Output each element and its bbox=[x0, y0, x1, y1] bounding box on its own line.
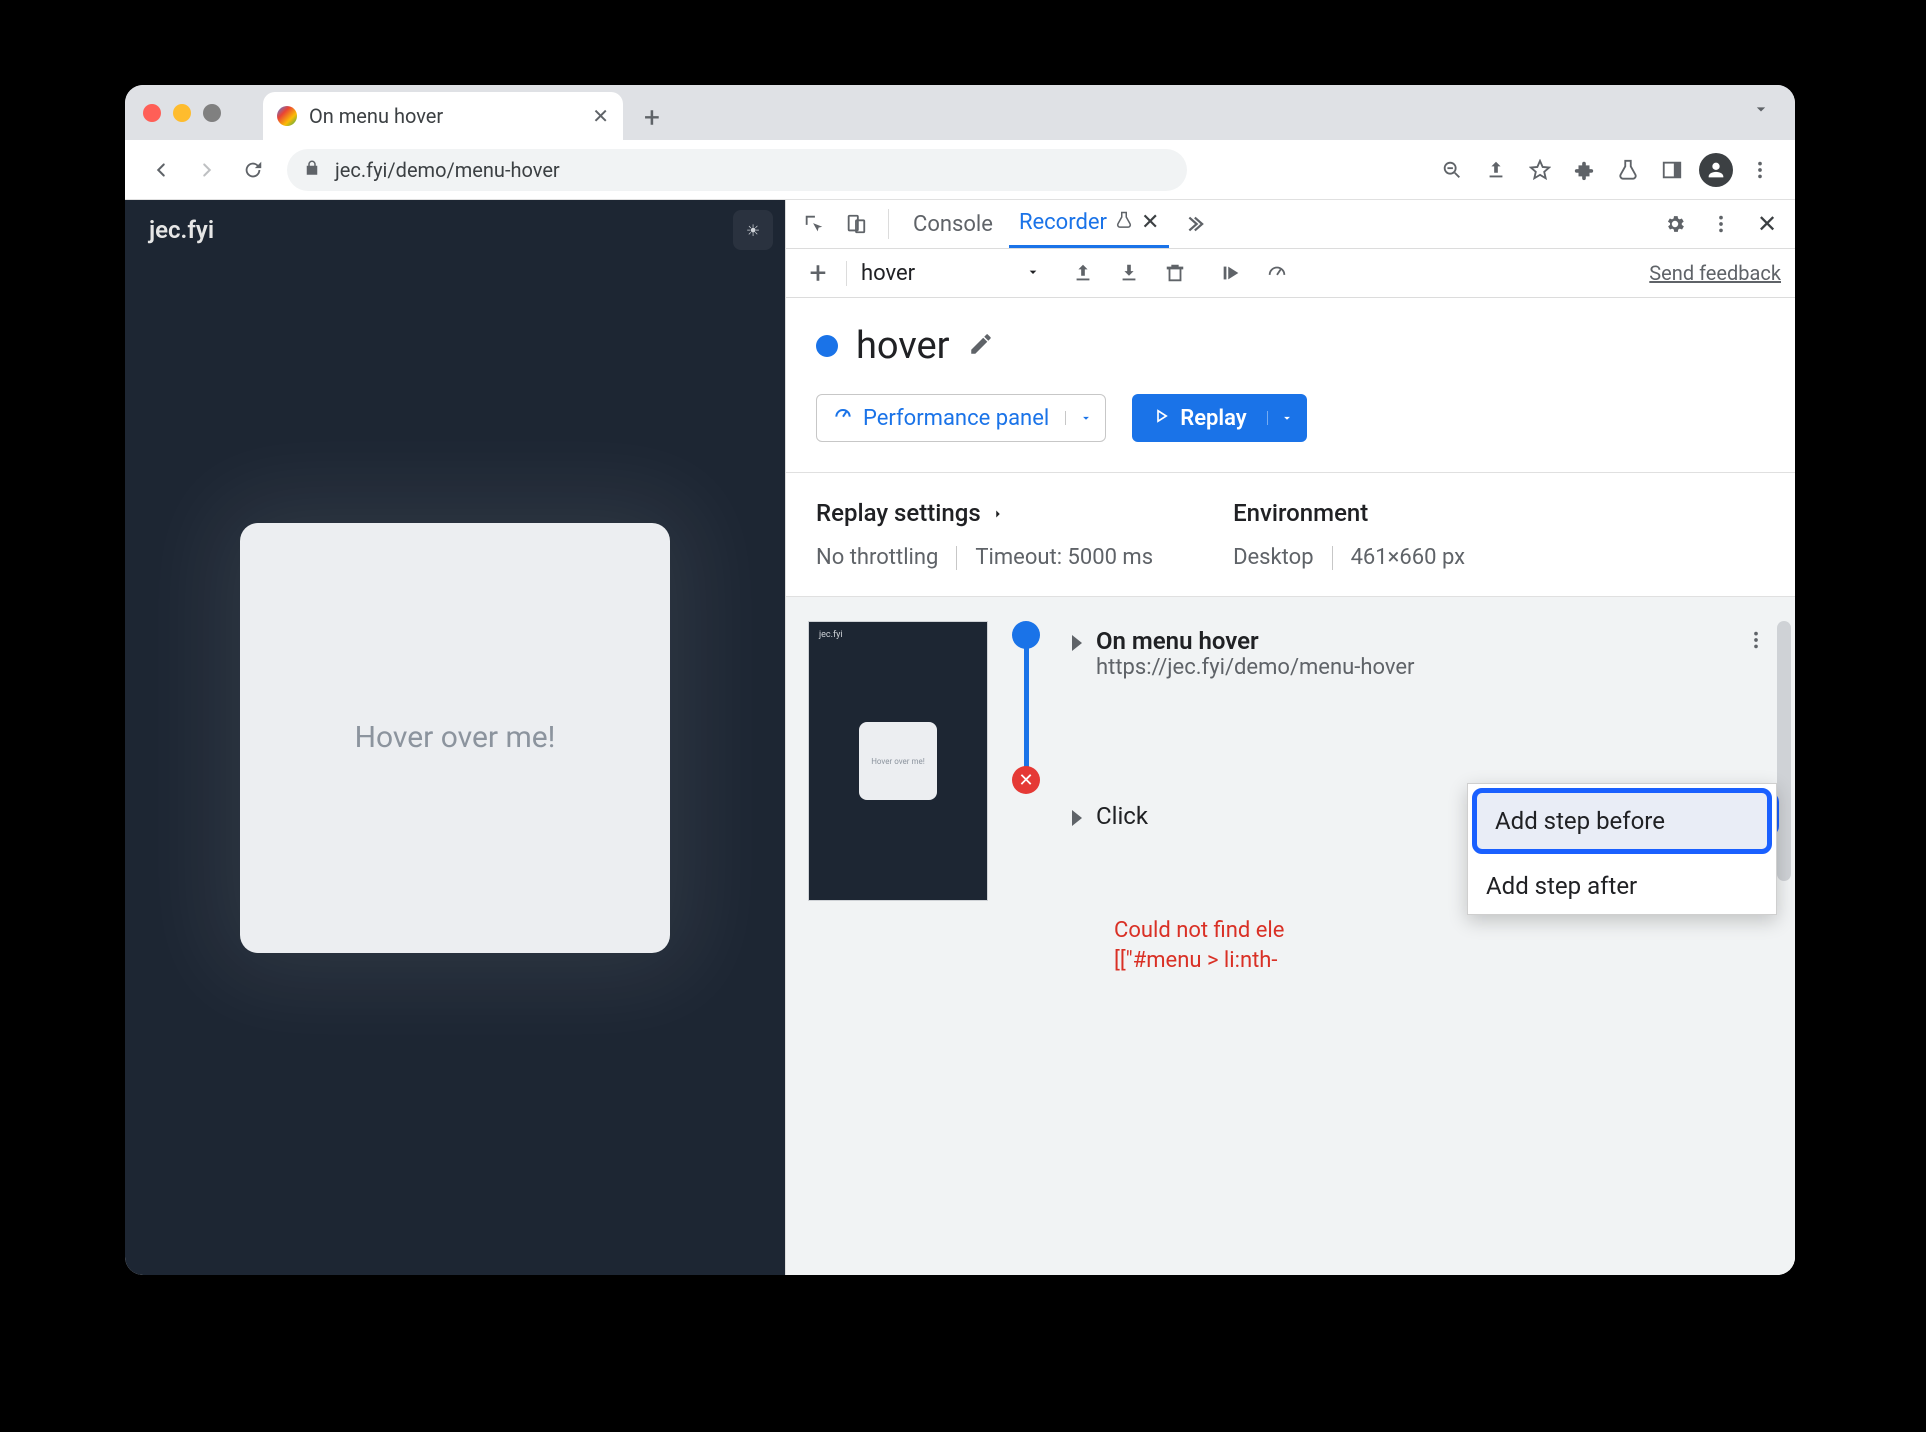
chevron-down-icon bbox=[1025, 261, 1041, 286]
tab-console[interactable]: Console bbox=[903, 200, 1003, 248]
forward-button[interactable] bbox=[187, 150, 227, 190]
side-panel-icon[interactable] bbox=[1653, 151, 1691, 189]
menu-add-step-after[interactable]: Add step after bbox=[1468, 858, 1776, 914]
recording-name: hover bbox=[861, 261, 915, 286]
tab-title: On menu hover bbox=[309, 104, 580, 128]
demo-page: jec.fyi ☀ Hover over me! bbox=[125, 200, 785, 1275]
tab-strip: On menu hover ✕ + bbox=[125, 85, 1795, 140]
close-window-button[interactable] bbox=[143, 104, 161, 122]
inspect-element-icon[interactable] bbox=[796, 206, 832, 242]
environment-heading: Environment bbox=[1233, 499, 1465, 527]
expand-caret-icon[interactable] bbox=[1072, 810, 1082, 826]
settings-block: Replay settings No throttling Timeout: 5… bbox=[786, 472, 1795, 597]
recorder-toolbar: + hover Send feedback bbox=[786, 249, 1795, 298]
new-tab-button[interactable]: + bbox=[635, 100, 669, 134]
devtools-menu-icon[interactable] bbox=[1703, 206, 1739, 242]
extensions-icon[interactable] bbox=[1565, 151, 1603, 189]
close-devtools-icon[interactable]: ✕ bbox=[1749, 206, 1785, 242]
step-options-button[interactable] bbox=[1739, 623, 1773, 657]
thumb-site-title: jec.fyi bbox=[819, 630, 843, 640]
sun-icon: ☀ bbox=[746, 221, 760, 240]
flask-icon bbox=[1115, 210, 1133, 235]
chrome-menu-button[interactable] bbox=[1741, 151, 1779, 189]
import-icon[interactable] bbox=[1111, 255, 1147, 291]
gauge-icon bbox=[833, 405, 853, 431]
devtools-tab-bar: Console Recorder ✕ ✕ bbox=[786, 200, 1795, 249]
replay-settings-heading[interactable]: Replay settings bbox=[816, 499, 1153, 527]
browser-window: On menu hover ✕ + jec.fyi/demo/menu-hove… bbox=[125, 85, 1795, 1275]
slow-replay-icon[interactable] bbox=[1259, 255, 1295, 291]
delete-icon[interactable] bbox=[1157, 255, 1193, 291]
back-button[interactable] bbox=[141, 150, 181, 190]
bookmark-star-icon[interactable] bbox=[1521, 151, 1559, 189]
device-value: Desktop bbox=[1233, 545, 1314, 570]
step-screenshot-thumbnail[interactable]: jec.fyi Hover over me! bbox=[808, 621, 988, 901]
steps-area: jec.fyi Hover over me! ✕ bbox=[786, 597, 1795, 1275]
thumb-card: Hover over me! bbox=[859, 722, 937, 800]
step-error-text: Could not find ele [["#menu > li:nth- bbox=[1114, 916, 1773, 975]
tab-list-chevron-icon[interactable] bbox=[1751, 99, 1771, 123]
reload-button[interactable] bbox=[233, 150, 273, 190]
hover-card[interactable]: Hover over me! bbox=[240, 523, 670, 953]
minimize-window-button[interactable] bbox=[173, 104, 191, 122]
window-controls bbox=[143, 85, 251, 140]
performance-panel-button[interactable]: Performance panel bbox=[816, 394, 1106, 442]
more-tabs-icon[interactable] bbox=[1175, 206, 1211, 242]
step-title: On menu hover bbox=[1096, 627, 1414, 655]
recording-status-dot-icon bbox=[816, 335, 838, 357]
step-url: https://jec.fyi/demo/menu-hover bbox=[1096, 655, 1414, 680]
rename-pencil-icon[interactable] bbox=[968, 331, 994, 361]
perf-dropdown-caret[interactable] bbox=[1065, 411, 1105, 425]
scrollbar[interactable] bbox=[1777, 621, 1791, 881]
timeout-value: Timeout: 5000 ms bbox=[975, 545, 1153, 570]
close-panel-icon[interactable]: ✕ bbox=[1141, 210, 1159, 235]
menu-add-step-before[interactable]: Add step before bbox=[1472, 788, 1772, 854]
recording-title: hover bbox=[856, 324, 950, 368]
labs-flask-icon[interactable] bbox=[1609, 151, 1647, 189]
export-icon[interactable] bbox=[1065, 255, 1101, 291]
favicon-icon bbox=[277, 106, 297, 126]
step-entry[interactable]: On menu hover https://jec.fyi/demo/menu-… bbox=[1064, 621, 1773, 686]
step-replay-icon[interactable] bbox=[1213, 255, 1249, 291]
url-text: jec.fyi/demo/menu-hover bbox=[335, 158, 560, 182]
chevron-right-icon bbox=[991, 499, 1005, 527]
replay-button[interactable]: Replay bbox=[1132, 394, 1306, 442]
maximize-window-button[interactable] bbox=[203, 104, 221, 122]
recording-selector[interactable]: hover bbox=[846, 261, 1041, 286]
throttling-value: No throttling bbox=[816, 545, 938, 570]
profile-avatar[interactable] bbox=[1697, 151, 1735, 189]
share-icon[interactable] bbox=[1477, 151, 1515, 189]
hover-card-text: Hover over me! bbox=[355, 720, 556, 755]
address-bar: jec.fyi/demo/menu-hover bbox=[125, 140, 1795, 200]
close-tab-button[interactable]: ✕ bbox=[592, 104, 609, 128]
device-toggle-icon[interactable] bbox=[838, 206, 874, 242]
replay-dropdown-caret[interactable] bbox=[1267, 411, 1307, 425]
browser-tab[interactable]: On menu hover ✕ bbox=[263, 92, 623, 140]
send-feedback-link[interactable]: Send feedback bbox=[1649, 261, 1781, 285]
settings-gear-icon[interactable] bbox=[1657, 206, 1693, 242]
omnibox[interactable]: jec.fyi/demo/menu-hover bbox=[287, 149, 1187, 191]
step-success-dot-icon bbox=[1012, 621, 1040, 649]
new-recording-button[interactable]: + bbox=[800, 255, 836, 291]
lock-icon bbox=[303, 158, 321, 182]
tab-recorder[interactable]: Recorder ✕ bbox=[1009, 200, 1170, 248]
devtools-panel: Console Recorder ✕ ✕ + bbox=[785, 200, 1795, 1275]
site-title: jec.fyi bbox=[149, 216, 214, 244]
step-error-icon: ✕ bbox=[1012, 766, 1040, 794]
step-context-menu: Add step before Add step after bbox=[1467, 783, 1777, 915]
dimensions-value: 461×660 px bbox=[1351, 545, 1466, 570]
zoom-icon[interactable] bbox=[1433, 151, 1471, 189]
timeline: ✕ bbox=[1006, 621, 1046, 975]
theme-toggle-button[interactable]: ☀ bbox=[733, 210, 773, 250]
play-icon bbox=[1152, 406, 1170, 431]
expand-caret-icon[interactable] bbox=[1072, 635, 1082, 651]
step-title: Click bbox=[1096, 802, 1148, 830]
